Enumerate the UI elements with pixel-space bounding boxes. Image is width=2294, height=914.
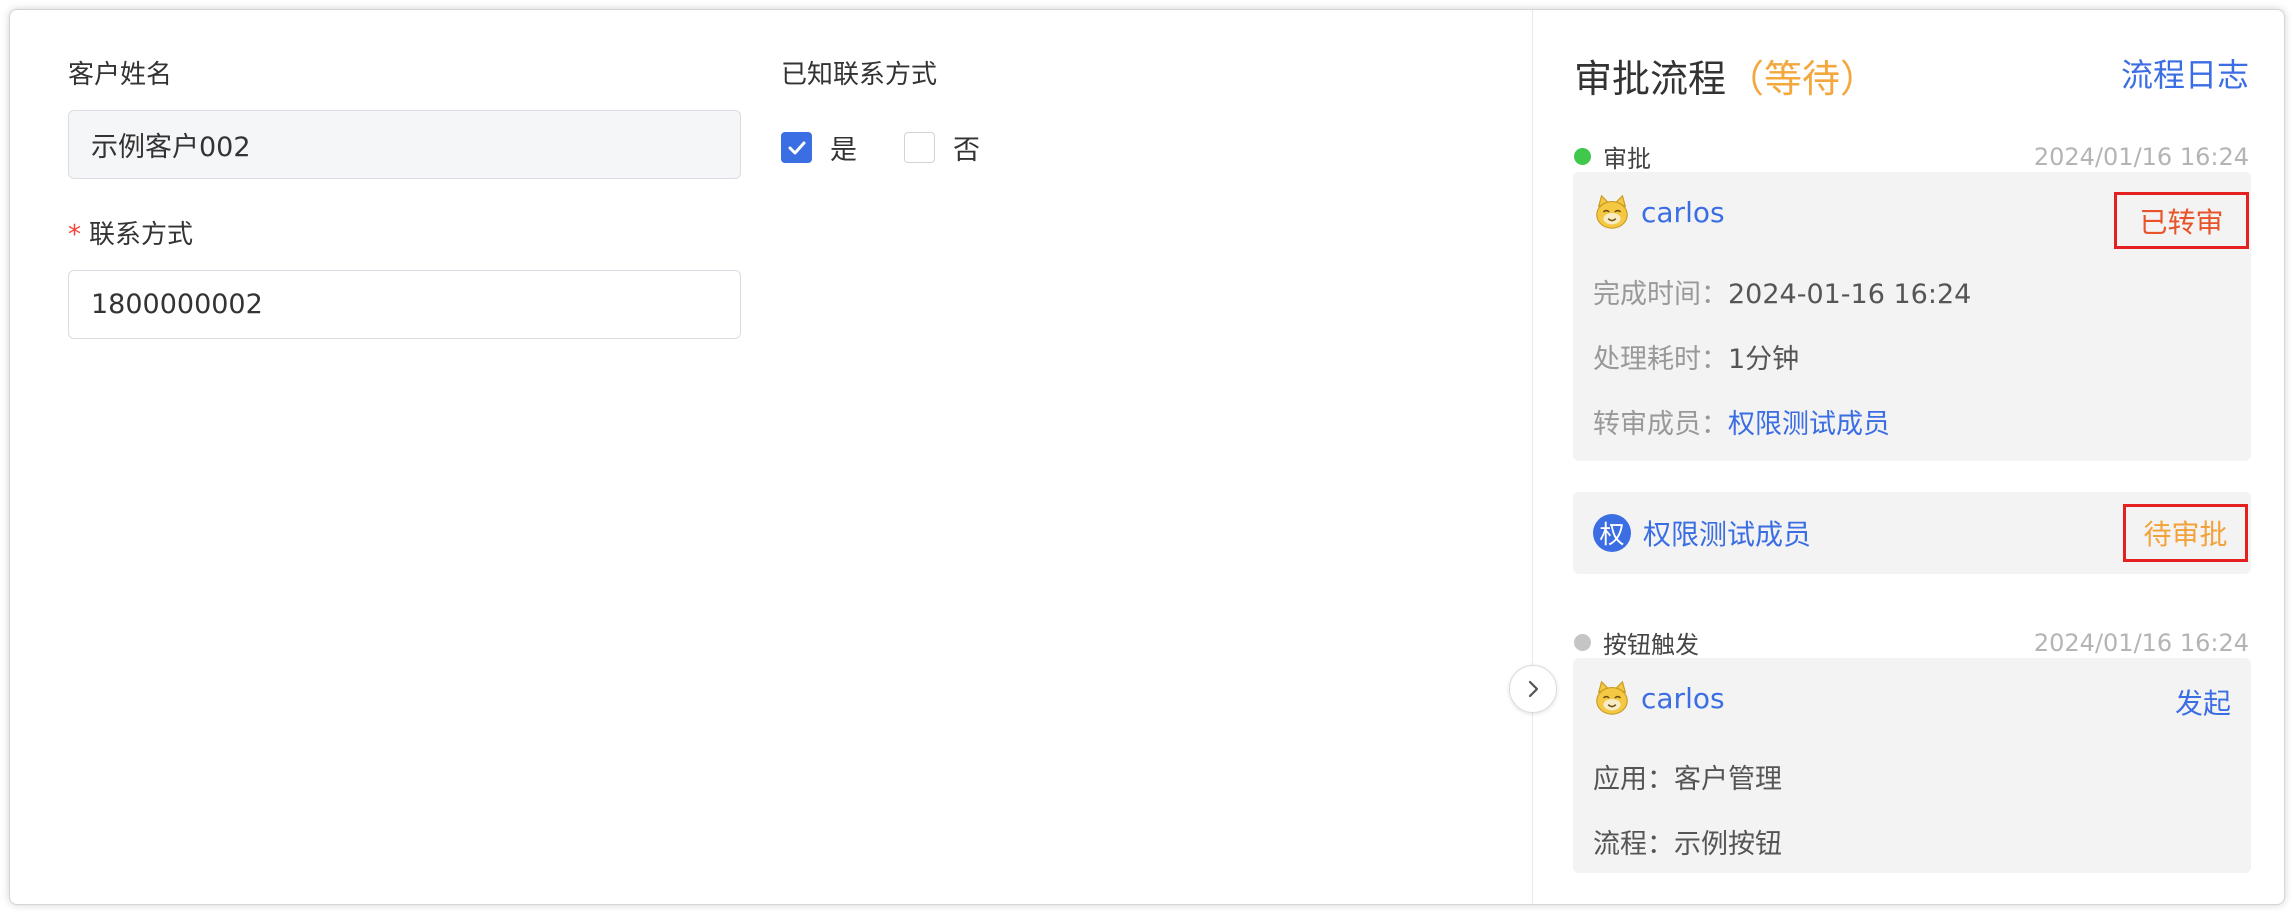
app-value: 客户管理 bbox=[1674, 764, 1782, 795]
node-approve-header: 审批 bbox=[1574, 141, 1651, 173]
node-approve-time: 2024/01/16 16:24 bbox=[2033, 143, 2249, 171]
initiator-name: carlos bbox=[1641, 681, 1725, 715]
duration-key: 处理耗时： bbox=[1593, 344, 1728, 375]
app-key: 应用： bbox=[1593, 764, 1674, 795]
app-frame: 客户姓名 示例客户002 * 联系方式 1800000002 已知联系方式 是 否… bbox=[9, 9, 2285, 905]
transfer-member-row: 转审成员：权限测试成员 bbox=[1593, 402, 1890, 441]
process-log-link[interactable]: 流程日志 bbox=[2121, 50, 2249, 96]
completion-time-value: 2024-01-16 16:24 bbox=[1728, 279, 1972, 310]
cat-avatar-icon bbox=[1596, 194, 1628, 229]
status-dot-green-icon bbox=[1574, 147, 1591, 165]
duration-value: 1分钟 bbox=[1728, 344, 1800, 375]
completion-time-key: 完成时间： bbox=[1593, 279, 1728, 310]
node-approve-name: 审批 bbox=[1603, 144, 1651, 173]
user-initial-avatar: 权 bbox=[1593, 514, 1631, 552]
transfer-member-link[interactable]: 权限测试成员 bbox=[1728, 409, 1890, 440]
pending-badge: 待审批 bbox=[2123, 504, 2248, 562]
transfer-member-key: 转审成员： bbox=[1593, 409, 1728, 440]
pending-user-name: 权限测试成员 bbox=[1643, 518, 1812, 551]
customer-name-input[interactable]: 示例客户002 bbox=[68, 110, 741, 179]
status-dot-gray-icon bbox=[1574, 633, 1591, 651]
option-yes-label: 是 bbox=[830, 135, 857, 166]
known-contact-label: 已知联系方式 bbox=[781, 60, 938, 90]
app-row: 应用：客户管理 bbox=[1593, 757, 1782, 796]
contact-label: * 联系方式 bbox=[68, 222, 193, 248]
panel-title-text: 审批流程 bbox=[1574, 57, 1727, 101]
panel-title: 审批流程（等待） bbox=[1574, 48, 1878, 103]
completion-time-row: 完成时间：2024-01-16 16:24 bbox=[1593, 272, 1971, 311]
chevron-right-icon bbox=[1528, 680, 1539, 698]
approve-card: carlos 已转审 完成时间：2024-01-16 16:24 处理耗时：1分… bbox=[1573, 172, 2251, 461]
customer-name-label: 客户姓名 bbox=[68, 60, 173, 90]
initiate-link[interactable]: 发起 bbox=[2175, 682, 2231, 722]
flow-key: 流程： bbox=[1593, 829, 1674, 860]
panel-divider bbox=[1532, 10, 1533, 904]
collapse-panel-button[interactable] bbox=[1509, 665, 1557, 713]
required-mark: * bbox=[68, 220, 81, 250]
pending-card: 权 权限测试成员 待审批 bbox=[1573, 492, 2251, 574]
checkbox-unchecked-icon[interactable] bbox=[904, 132, 935, 163]
node-trigger-time: 2024/01/16 16:24 bbox=[2033, 629, 2249, 657]
trigger-card: carlos 发起 应用：客户管理 流程：示例按钮 bbox=[1573, 658, 2251, 873]
contact-label-text: 联系方式 bbox=[89, 220, 194, 250]
panel-status: （等待） bbox=[1726, 57, 1879, 101]
pending-user[interactable]: 权 权限测试成员 bbox=[1593, 513, 1811, 553]
option-yes-checkbox[interactable]: 是 bbox=[781, 128, 857, 167]
approver-user[interactable]: carlos bbox=[1593, 193, 1725, 231]
approver-name: carlos bbox=[1641, 195, 1725, 229]
flow-value: 示例按钮 bbox=[1674, 829, 1782, 860]
checkbox-checked-icon[interactable] bbox=[781, 132, 812, 163]
transferred-badge: 已转审 bbox=[2114, 192, 2249, 249]
option-no-checkbox[interactable]: 否 bbox=[904, 128, 980, 167]
option-no-label: 否 bbox=[953, 135, 980, 166]
cat-avatar-icon bbox=[1596, 680, 1628, 715]
initiator-user[interactable]: carlos bbox=[1593, 679, 1725, 717]
contact-input[interactable]: 1800000002 bbox=[68, 270, 741, 339]
node-trigger-name: 按钮触发 bbox=[1603, 630, 1699, 659]
node-trigger-header: 按钮触发 bbox=[1574, 627, 1699, 659]
duration-row: 处理耗时：1分钟 bbox=[1593, 337, 1799, 376]
flow-row: 流程：示例按钮 bbox=[1593, 822, 1782, 861]
